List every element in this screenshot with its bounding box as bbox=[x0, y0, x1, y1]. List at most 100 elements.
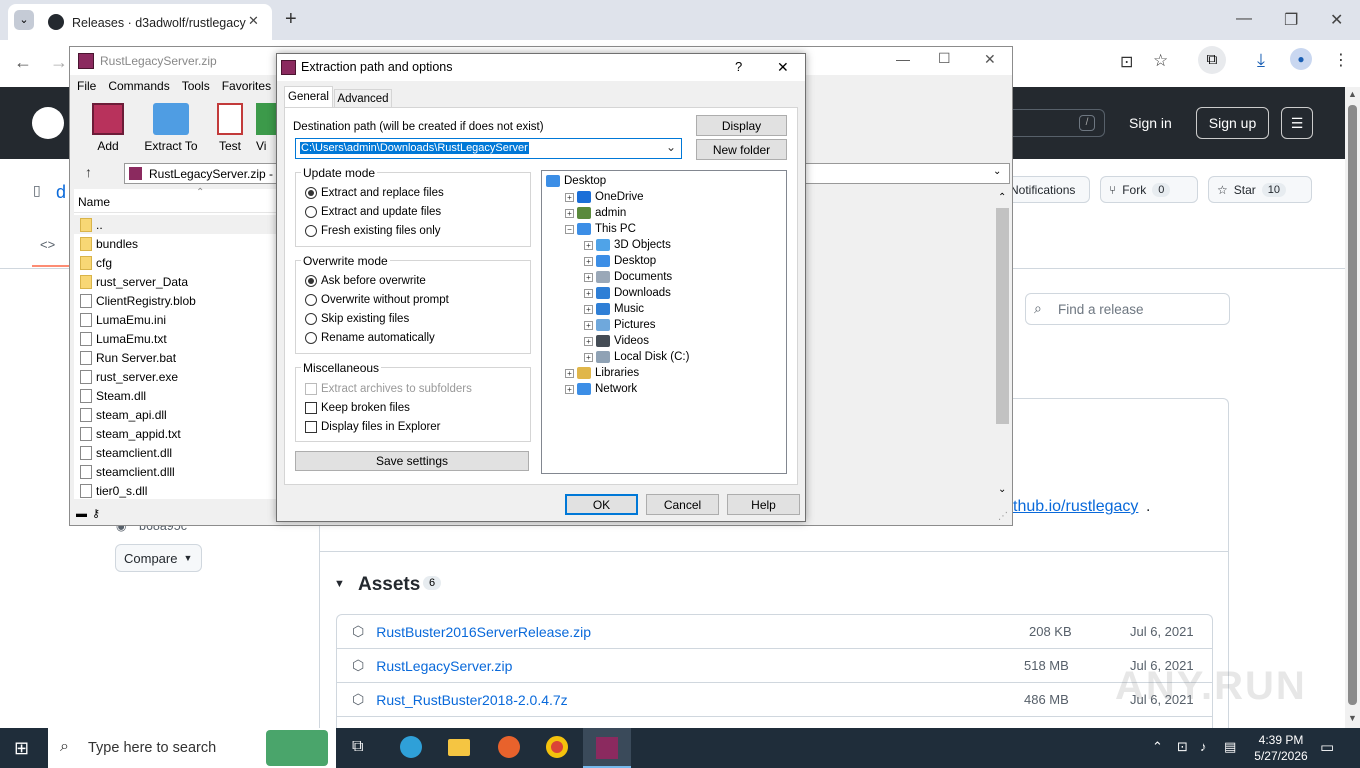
tab-general[interactable]: General bbox=[284, 86, 333, 108]
winrar-taskbar-item[interactable] bbox=[583, 728, 631, 768]
expand-icon[interactable]: + bbox=[584, 352, 593, 362]
find-release-input[interactable]: ⌕ Find a release bbox=[1025, 293, 1230, 325]
release-link[interactable]: thub.io/rustlegacy bbox=[1013, 498, 1138, 516]
task-view-icon[interactable]: ⧉ bbox=[352, 738, 363, 756]
asset-name[interactable]: Rust_RustBuster2018-2.0.4.7z bbox=[376, 692, 567, 708]
radio-selected[interactable] bbox=[305, 186, 317, 199]
tool-view[interactable]: Vi bbox=[256, 103, 278, 153]
ok-button[interactable]: OK bbox=[565, 494, 638, 515]
expand-icon[interactable]: + bbox=[584, 256, 593, 266]
page-scrollbar[interactable]: ▲ ▼ bbox=[1345, 87, 1360, 728]
overwrite-option[interactable]: Rename automatically bbox=[305, 328, 449, 347]
file-row[interactable]: .. bbox=[74, 215, 278, 234]
tree-node[interactable]: + Libraries bbox=[546, 365, 689, 381]
asset-row[interactable]: ⬡ RustLegacyServer.zip 518 MB Jul 6, 202… bbox=[336, 649, 1213, 683]
asset-name[interactable]: RustLegacyServer.zip bbox=[376, 658, 512, 674]
scroll-up-icon[interactable]: ▲ bbox=[1348, 89, 1357, 99]
profile-icon[interactable]: ● bbox=[1290, 48, 1312, 70]
cancel-button[interactable]: Cancel bbox=[646, 494, 719, 515]
winrar-scroll-down-icon[interactable]: ⌄ bbox=[998, 484, 1006, 495]
new-folder-button[interactable]: New folder bbox=[696, 139, 787, 160]
file-row[interactable]: steam_appid.txt bbox=[74, 424, 278, 443]
menu-icon[interactable]: ⋮ bbox=[1333, 50, 1349, 70]
tree-node[interactable]: + Documents bbox=[546, 269, 689, 285]
compare-button[interactable]: Compare ▼ bbox=[115, 544, 202, 572]
expand-icon[interactable]: + bbox=[584, 320, 593, 330]
expand-icon[interactable]: + bbox=[584, 240, 593, 250]
firefox-icon[interactable] bbox=[498, 736, 520, 758]
tree-node[interactable]: + OneDrive bbox=[546, 189, 689, 205]
radio[interactable] bbox=[305, 331, 317, 344]
destination-path-value[interactable]: C:\Users\admin\Downloads\RustLegacyServe… bbox=[300, 142, 529, 154]
tree-node[interactable]: + Pictures bbox=[546, 317, 689, 333]
file-row[interactable]: Steam.dll bbox=[74, 386, 278, 405]
notification-center-icon[interactable]: ▭ bbox=[1320, 738, 1334, 756]
file-row[interactable]: rust_server_Data bbox=[74, 272, 278, 291]
code-tab-icon[interactable]: <> bbox=[40, 237, 55, 252]
misc-option[interactable]: Display files in Explorer bbox=[305, 417, 472, 436]
scroll-down-icon[interactable]: ▼ bbox=[1348, 713, 1357, 723]
edge-icon[interactable] bbox=[400, 736, 422, 758]
expand-icon[interactable]: + bbox=[584, 336, 593, 346]
save-settings-button[interactable]: Save settings bbox=[295, 451, 529, 471]
close-button[interactable]: ✕ bbox=[1330, 10, 1343, 30]
search-box[interactable]: / bbox=[1013, 109, 1105, 137]
file-row[interactable]: bundles bbox=[74, 234, 278, 253]
new-tab-button[interactable]: + bbox=[285, 8, 297, 31]
sign-up-button[interactable]: Sign up bbox=[1196, 107, 1269, 139]
misc-option[interactable]: Keep broken files bbox=[305, 398, 472, 417]
tool-add[interactable]: Add bbox=[78, 103, 138, 153]
checkbox[interactable] bbox=[305, 420, 317, 433]
dialog-help-button[interactable]: ? bbox=[735, 59, 742, 74]
winrar-close-icon[interactable]: ✕ bbox=[984, 51, 996, 68]
menu-tools[interactable]: Tools bbox=[182, 79, 210, 97]
tree-node[interactable]: +3D Objects bbox=[546, 237, 689, 253]
hamburger-button[interactable]: ☰ bbox=[1281, 107, 1313, 139]
repo-owner-fragment[interactable]: d bbox=[56, 182, 66, 203]
file-row[interactable]: Run Server.bat bbox=[74, 348, 278, 367]
overwrite-option[interactable]: Overwrite without prompt bbox=[305, 290, 449, 309]
tool-extract-to[interactable]: Extract To bbox=[138, 103, 204, 153]
expand-icon[interactable]: + bbox=[565, 368, 574, 378]
tree-node[interactable]: − This PC bbox=[546, 221, 689, 237]
expand-icon[interactable]: + bbox=[584, 288, 593, 298]
column-header-name[interactable]: Name ⌃ bbox=[74, 187, 278, 213]
radio[interactable] bbox=[305, 205, 317, 218]
collapse-icon[interactable]: − bbox=[565, 224, 574, 234]
expand-icon[interactable]: + bbox=[565, 208, 574, 218]
tree-node[interactable]: + Network bbox=[546, 381, 689, 397]
star-button[interactable]: ☆ Star 10 bbox=[1208, 176, 1312, 203]
asset-row[interactable]: ⬡ Rust_RustBuster2018-2.0.4.7z 486 MB Ju… bbox=[336, 683, 1213, 717]
winrar-scroll-thumb[interactable] bbox=[996, 208, 1009, 424]
tree-node[interactable]: + Music bbox=[546, 301, 689, 317]
clock-time[interactable]: 4:39 PM bbox=[1254, 733, 1308, 747]
overwrite-option[interactable]: Skip existing files bbox=[305, 309, 449, 328]
destination-path-combo[interactable]: C:\Users\admin\Downloads\RustLegacyServe… bbox=[295, 138, 682, 159]
file-row[interactable]: cfg bbox=[74, 253, 278, 272]
tab-close-icon[interactable]: ✕ bbox=[248, 13, 259, 29]
winrar-minimize-icon[interactable]: — bbox=[896, 51, 910, 67]
menu-favorites[interactable]: Favorites bbox=[222, 79, 271, 97]
menu-commands[interactable]: Commands bbox=[108, 79, 169, 97]
assets-toggle-icon[interactable]: ▼ bbox=[334, 578, 345, 590]
file-row[interactable]: LumaEmu.txt bbox=[74, 329, 278, 348]
github-logo-icon[interactable] bbox=[32, 107, 64, 139]
file-row[interactable]: steam_api.dll bbox=[74, 405, 278, 424]
winrar-scrollbar[interactable]: ⌃ ⌄ bbox=[994, 190, 1011, 498]
tree-node[interactable]: + admin bbox=[546, 205, 689, 221]
overwrite-option[interactable]: Ask before overwrite bbox=[305, 271, 449, 290]
scroll-thumb[interactable] bbox=[1348, 105, 1357, 705]
winrar-scroll-up-icon[interactable]: ⌃ bbox=[998, 192, 1006, 203]
sign-in-link[interactable]: Sign in bbox=[1129, 115, 1172, 131]
tab-search-icon[interactable]: ⌄ bbox=[14, 10, 34, 30]
display-button[interactable]: Display bbox=[696, 115, 787, 136]
clock-date[interactable]: 5/27/2026 bbox=[1250, 749, 1312, 763]
file-list[interactable]: Name ⌃ .. bundles cfg rust_server_Data Clien… bbox=[74, 187, 278, 499]
fork-button[interactable]: ⑂ Fork 0 bbox=[1100, 176, 1198, 203]
tool-test[interactable]: Test bbox=[204, 103, 256, 153]
browser-tab[interactable]: Releases · d3adwolf/rustlegacy ✕ bbox=[8, 4, 272, 40]
tree-node[interactable]: + Desktop bbox=[546, 253, 689, 269]
menu-file[interactable]: File bbox=[77, 79, 96, 97]
winrar-maximize-icon[interactable]: ☐ bbox=[938, 50, 951, 67]
file-row[interactable]: ClientRegistry.blob bbox=[74, 291, 278, 310]
